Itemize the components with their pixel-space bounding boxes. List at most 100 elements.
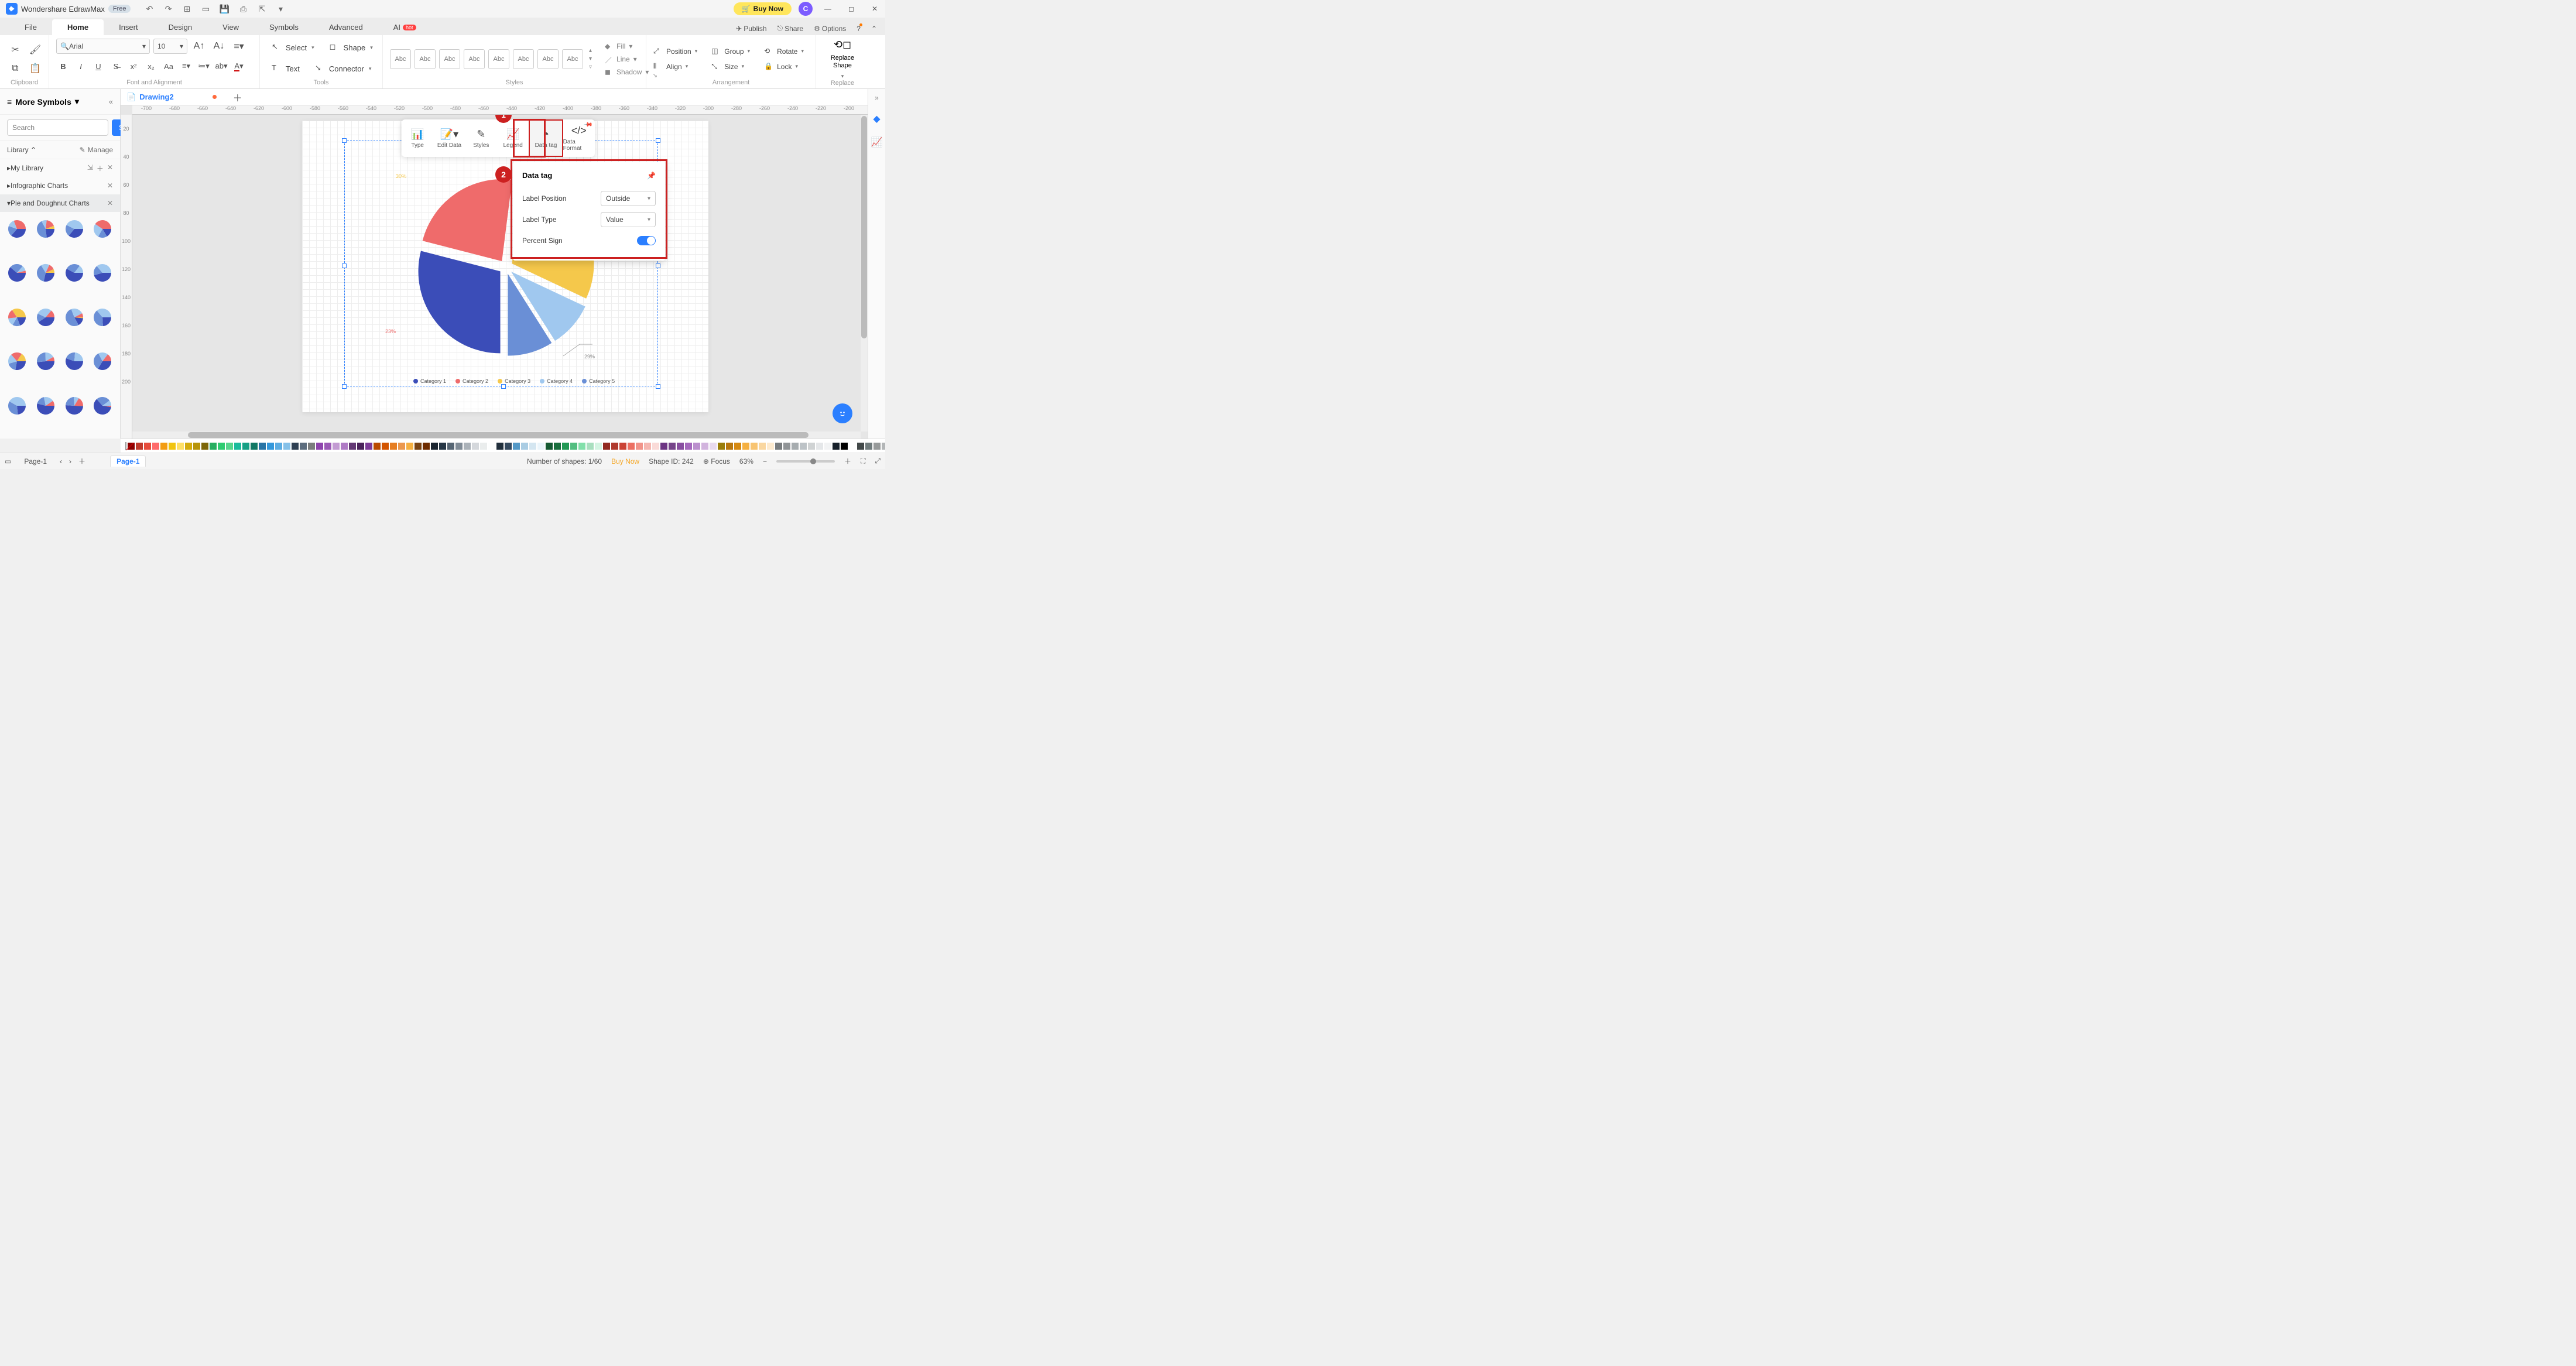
paste-icon[interactable]: 📋	[27, 61, 43, 76]
color-swatch[interactable]	[537, 443, 544, 450]
chart-thumb[interactable]	[6, 262, 28, 284]
chart-thumb[interactable]	[91, 395, 114, 417]
color-swatch[interactable]	[259, 443, 266, 450]
style-scroll-up[interactable]: ▴	[589, 47, 592, 54]
close-button[interactable]: ✕	[866, 5, 883, 13]
fill-button[interactable]: ◆Fill▾	[605, 42, 649, 50]
page-next-icon[interactable]: ›	[69, 457, 71, 465]
color-swatch[interactable]	[652, 443, 659, 450]
color-swatch[interactable]	[193, 443, 200, 450]
chart-thumb[interactable]	[63, 306, 85, 328]
page-list-icon[interactable]: ▭	[5, 457, 11, 465]
undo-icon[interactable]: ↶	[145, 4, 154, 13]
mylib-close-icon[interactable]: ✕	[107, 163, 113, 173]
select-tool[interactable]: ↖Select▾	[267, 39, 319, 56]
chart-thumb[interactable]	[63, 395, 85, 417]
color-swatch[interactable]	[464, 443, 471, 450]
manage-button[interactable]: ✎ Manage	[80, 146, 113, 154]
page-prev-icon[interactable]: ‹	[60, 457, 62, 465]
chart-thumb[interactable]	[35, 218, 57, 240]
color-swatch[interactable]	[800, 443, 807, 450]
save-icon[interactable]: 💾	[220, 4, 229, 13]
percent-sign-toggle[interactable]	[637, 236, 656, 245]
color-swatch[interactable]	[808, 443, 815, 450]
connector-tool[interactable]: ↘Connector▾	[310, 60, 376, 77]
color-swatch[interactable]	[242, 443, 249, 450]
color-swatch[interactable]	[710, 443, 717, 450]
tb-type[interactable]: 📊Type	[402, 119, 433, 157]
color-swatch[interactable]	[505, 443, 512, 450]
text-tool[interactable]: TText	[267, 60, 304, 77]
zoom-out-icon[interactable]: −	[763, 457, 767, 465]
zoom-slider[interactable]	[776, 460, 835, 463]
color-swatch[interactable]	[398, 443, 405, 450]
style-tile-8[interactable]: Abc	[562, 49, 583, 69]
color-swatch[interactable]	[734, 443, 741, 450]
color-swatch[interactable]	[857, 443, 864, 450]
color-swatch[interactable]	[816, 443, 823, 450]
print-icon[interactable]: ⎙	[238, 4, 248, 13]
chart-thumb[interactable]	[6, 306, 28, 328]
page-tab[interactable]: Page-1	[18, 456, 53, 467]
color-swatch[interactable]	[759, 443, 766, 450]
lock-button[interactable]: 🔒Lock▾	[764, 62, 804, 71]
color-swatch[interactable]	[382, 443, 389, 450]
subscript-icon[interactable]: x₂	[144, 60, 158, 73]
color-swatch[interactable]	[406, 443, 413, 450]
chart-thumb[interactable]	[63, 262, 85, 284]
menu-ai[interactable]: AIhot	[378, 19, 431, 35]
color-swatch[interactable]	[496, 443, 503, 450]
bullets-icon[interactable]: ≔▾	[197, 60, 211, 73]
color-swatch[interactable]	[455, 443, 463, 450]
right-expand-icon[interactable]: »	[875, 94, 879, 102]
color-swatch[interactable]	[595, 443, 602, 450]
panel-collapse-icon[interactable]: «	[109, 97, 113, 106]
style-tile-3[interactable]: Abc	[439, 49, 460, 69]
handle-e[interactable]	[656, 263, 660, 268]
menu-design[interactable]: Design	[153, 19, 207, 35]
pie-charts-row[interactable]: ▾ Pie and Doughnut Charts ✕	[0, 194, 120, 212]
color-swatch[interactable]	[578, 443, 585, 450]
menu-insert[interactable]: Insert	[104, 19, 153, 35]
color-swatch[interactable]	[783, 443, 790, 450]
color-swatch[interactable]	[554, 443, 561, 450]
align-menu-icon[interactable]: ≡▾	[231, 39, 247, 54]
symbol-search-input[interactable]	[7, 119, 108, 136]
superscript-icon[interactable]: x²	[126, 60, 141, 73]
color-swatch[interactable]	[603, 443, 610, 450]
align-button[interactable]: ⫴Align▾	[653, 62, 697, 71]
color-swatch[interactable]	[775, 443, 782, 450]
color-swatch[interactable]	[292, 443, 299, 450]
font-grow-icon[interactable]: A↑	[191, 39, 207, 54]
menu-file[interactable]: File	[9, 19, 52, 35]
publish-button[interactable]: ✈ Publish	[736, 25, 766, 33]
color-swatch[interactable]	[644, 443, 651, 450]
style-tile-5[interactable]: Abc	[488, 49, 509, 69]
style-tile-2[interactable]: Abc	[415, 49, 436, 69]
format-painter-icon[interactable]: 🖌	[27, 42, 43, 57]
rotate-button[interactable]: ⟲Rotate▾	[764, 47, 804, 56]
infographic-close-icon[interactable]: ✕	[107, 182, 113, 190]
more-symbols-button[interactable]: ≡ More Symbols▾	[7, 97, 109, 107]
color-swatch[interactable]	[685, 443, 692, 450]
chart-thumb[interactable]	[63, 350, 85, 372]
color-swatch[interactable]	[693, 443, 700, 450]
color-swatch[interactable]	[333, 443, 340, 450]
color-swatch[interactable]	[267, 443, 274, 450]
redo-icon[interactable]: ↷	[163, 4, 173, 13]
pie-charts-close-icon[interactable]: ✕	[107, 199, 113, 207]
chart-thumb[interactable]	[6, 395, 28, 417]
color-swatch[interactable]	[226, 443, 233, 450]
horizontal-scrollbar[interactable]	[132, 432, 861, 439]
collapse-ribbon-icon[interactable]: ⌃	[871, 25, 877, 33]
color-swatch[interactable]	[128, 443, 135, 450]
focus-button[interactable]: ⊕ Focus	[703, 457, 730, 465]
group-button[interactable]: ◫Group▾	[711, 47, 750, 56]
color-swatch[interactable]	[365, 443, 372, 450]
handle-se[interactable]	[656, 384, 660, 389]
style-tile-1[interactable]: Abc	[390, 49, 411, 69]
maximize-button[interactable]: ◻	[843, 5, 859, 13]
handle-w[interactable]	[342, 263, 347, 268]
color-swatch[interactable]	[611, 443, 618, 450]
page-add-icon[interactable]: ＋	[78, 456, 85, 466]
